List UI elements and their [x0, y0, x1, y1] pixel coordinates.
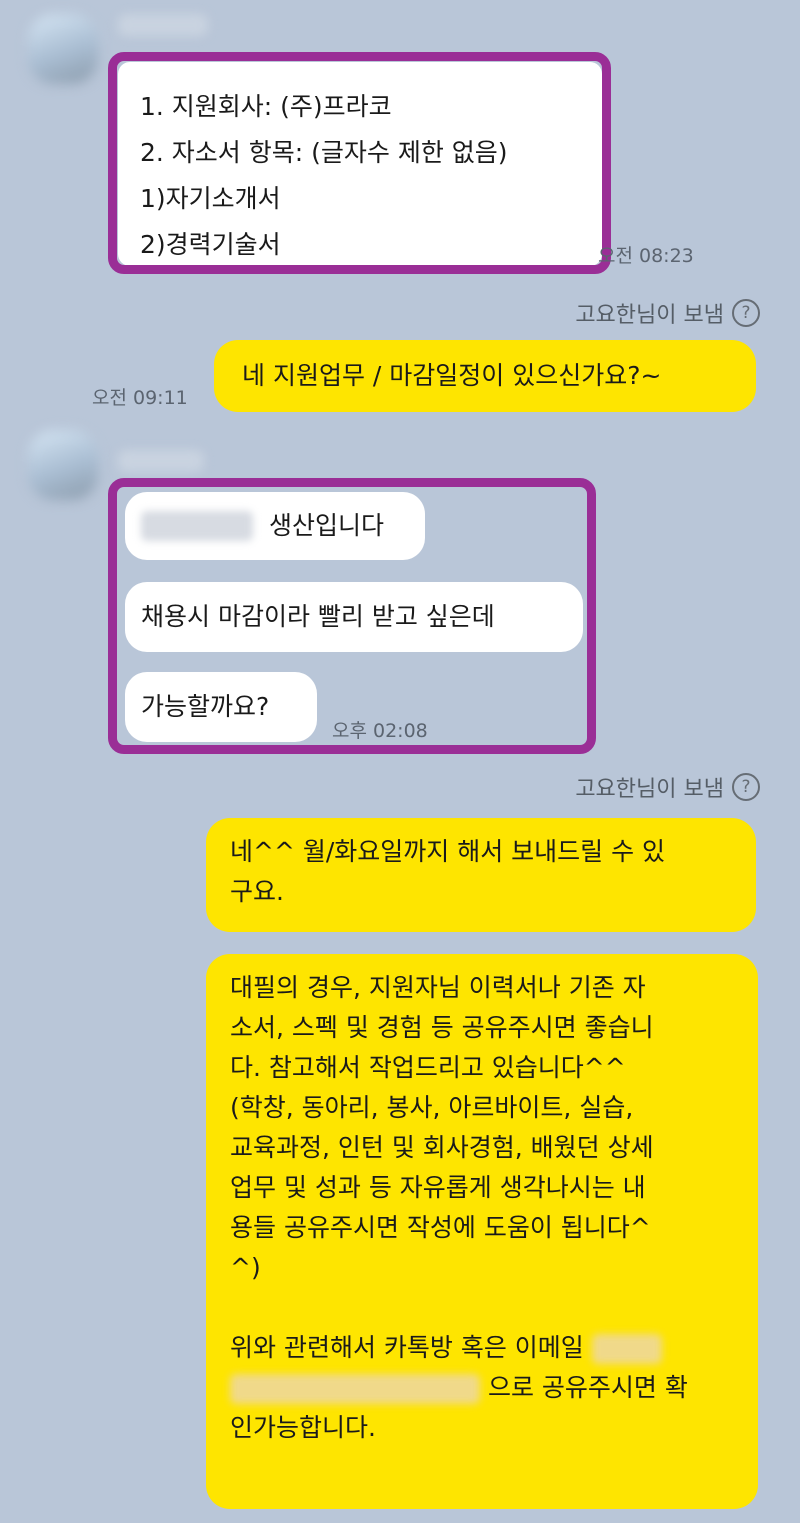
message-line: ^) — [230, 1253, 261, 1282]
sent-message-bubble[interactable]: 네 지원업무 / 마감일정이 있으신가요?~ — [214, 340, 756, 412]
sent-by-text: 고요한님이 보냄 — [575, 777, 724, 802]
message-line: 구요. — [230, 877, 284, 906]
received-message-bubble[interactable]: 가능할까요? — [125, 672, 317, 742]
message-line: (학창, 동아리, 봉사, 아르바이트, 실습, — [230, 1093, 634, 1122]
sent-message-bubble[interactable]: 네^^ 월/화요일까지 해서 보내드릴 수 있 구요. — [206, 818, 756, 932]
message-line: 네^^ 월/화요일까지 해서 보내드릴 수 있 — [230, 837, 666, 866]
message-text: 위와 관련해서 카톡방 혹은 이메일 — [230, 1333, 584, 1362]
message-text: 가능할까요? — [141, 692, 270, 721]
sent-by-notice: 고요한님이 보냄 ? — [575, 771, 760, 803]
redacted-email — [591, 1334, 662, 1364]
message-line: 소서, 스펙 및 경험 등 공유주시면 좋습니 — [230, 1013, 654, 1042]
question-circle-icon[interactable]: ? — [732, 299, 760, 327]
message-line: 1. 지원회사: (주)프라코 — [140, 92, 392, 121]
message-time: 오후 02:08 — [332, 720, 428, 742]
message-line: 으로 공유주시면 확 — [230, 1368, 758, 1408]
message-time: 오전 08:23 — [598, 245, 694, 267]
sender-name — [118, 14, 208, 36]
redacted-text — [141, 511, 253, 541]
message-line: 교육과정, 인턴 및 회사경험, 배웠던 상세 — [230, 1133, 654, 1162]
message-line: 업무 및 성과 등 자유롭게 생각나시는 내 — [230, 1173, 646, 1202]
question-circle-icon[interactable]: ? — [732, 773, 760, 801]
message-line: 2. 자소서 항목: (글자수 제한 없음) — [140, 138, 508, 167]
sender-avatar[interactable] — [28, 430, 98, 500]
received-message-bubble[interactable]: 채용시 마감이라 빨리 받고 싶은데 — [125, 582, 583, 652]
received-message-bubble[interactable]: 1. 지원회사: (주)프라코 2. 자소서 항목: (글자수 제한 없음) 1… — [118, 62, 602, 266]
sent-by-notice: 고요한님이 보냄 ? — [575, 297, 760, 329]
message-line: 위와 관련해서 카톡방 혹은 이메일 — [230, 1328, 758, 1368]
message-line: 1)자기소개서 — [140, 184, 281, 213]
message-line: 대필의 경우, 지원자님 이력서나 기존 자 — [230, 973, 646, 1002]
message-time: 오전 09:11 — [92, 387, 188, 409]
sender-name — [118, 450, 204, 472]
received-message-bubble[interactable]: 생산입니다 — [125, 492, 425, 560]
redacted-email — [230, 1374, 480, 1404]
message-line: 다. 참고해서 작업드리고 있습니다^^ — [230, 1053, 626, 1082]
message-text: 채용시 마감이라 빨리 받고 싶은데 — [141, 602, 495, 631]
sender-avatar[interactable] — [28, 14, 98, 84]
message-text: 으로 공유주시면 확 — [487, 1373, 688, 1402]
sent-message-bubble[interactable]: 대필의 경우, 지원자님 이력서나 기존 자 소서, 스펙 및 경험 등 공유주… — [206, 954, 758, 1509]
message-text: 생산입니다 — [269, 511, 385, 540]
message-line: 용들 공유주시면 작성에 도움이 됩니다^ — [230, 1213, 651, 1242]
message-text: 네 지원업무 / 마감일정이 있으신가요?~ — [242, 361, 662, 390]
sent-by-text: 고요한님이 보냄 — [575, 303, 724, 328]
message-line: 인가능합니다. — [230, 1413, 376, 1442]
message-line: 2)경력기술서 — [140, 230, 281, 259]
